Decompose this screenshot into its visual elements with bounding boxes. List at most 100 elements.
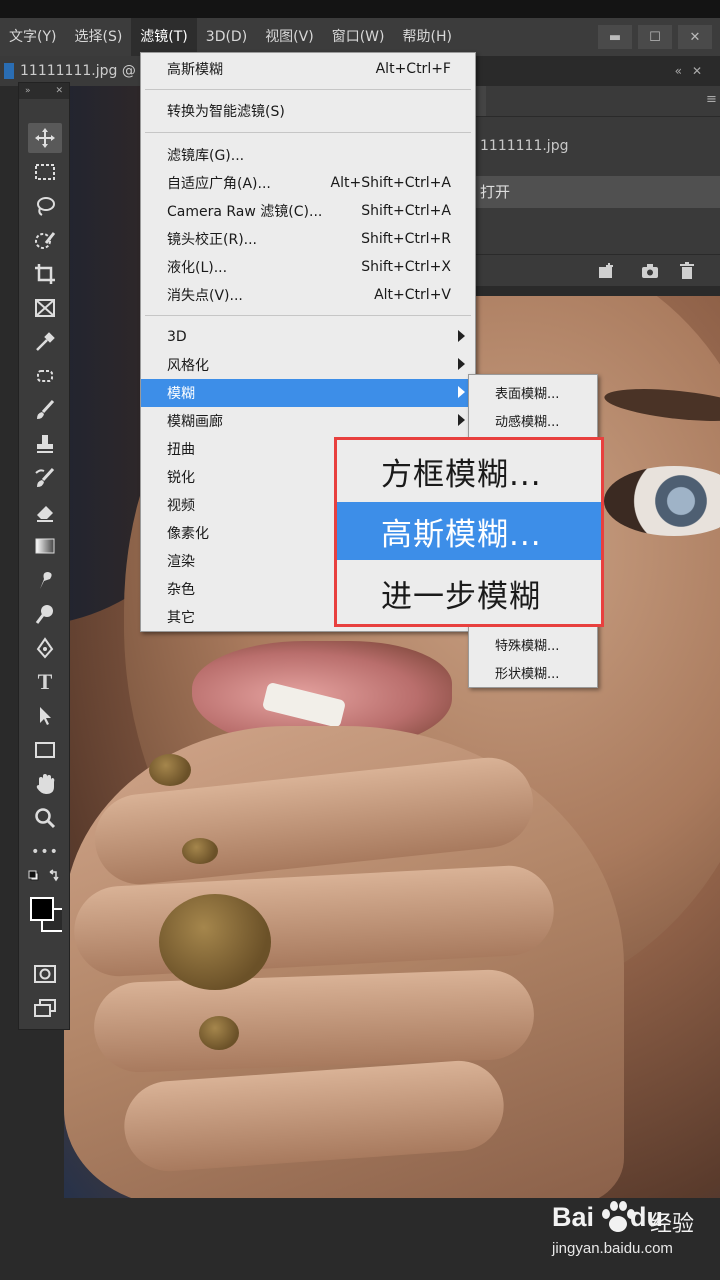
filter-blur[interactable]: 模糊 <box>141 379 475 407</box>
window-controls: ▬ ☐ ✕ <box>598 18 712 56</box>
menu-window[interactable]: 窗口(W) <box>323 18 394 56</box>
close-button[interactable]: ✕ <box>678 25 712 49</box>
maximize-icon: ☐ <box>649 29 661 45</box>
tools-panel: » ✕ T ••• <box>18 82 70 1030</box>
quick-select-tool[interactable] <box>28 225 62 255</box>
history-brush-icon <box>35 467 55 487</box>
lasso-tool[interactable] <box>28 191 62 221</box>
zoom-icon <box>35 808 56 829</box>
image-ring <box>149 754 191 786</box>
menu-separator <box>145 89 471 90</box>
brush-icon <box>37 399 55 419</box>
move-tool[interactable] <box>28 123 62 153</box>
filter-convert-smart[interactable]: 转换为智能滤镜(S) <box>141 97 475 125</box>
frame-icon <box>35 299 55 317</box>
title-strip <box>0 0 720 18</box>
gradient-tool[interactable] <box>28 531 62 561</box>
menu-item-label: 转换为智能滤镜(S) <box>167 104 285 120</box>
menu-3d[interactable]: 3D(D) <box>197 18 256 56</box>
brush-tool[interactable] <box>28 395 62 425</box>
filter-stylize[interactable]: 风格化 <box>141 351 475 379</box>
path-select-tool[interactable] <box>28 701 62 731</box>
healing-tool[interactable] <box>28 361 62 391</box>
history-state-open[interactable]: 打开 <box>476 176 720 208</box>
path-select-icon <box>40 707 51 725</box>
dodge-tool[interactable] <box>28 599 62 629</box>
menu-type[interactable]: 文字(Y) <box>0 18 65 56</box>
menu-item-label: 其它 <box>167 610 195 626</box>
divider <box>476 116 720 117</box>
zoom-tool[interactable] <box>28 803 62 833</box>
eraser-tool[interactable] <box>28 497 62 527</box>
type-tool[interactable]: T <box>28 667 62 697</box>
frame-tool[interactable] <box>28 293 62 323</box>
crop-tool[interactable] <box>28 259 62 289</box>
new-snapshot-button[interactable] <box>596 261 618 281</box>
collapse-icon[interactable]: » <box>25 83 31 99</box>
screen-mode-icon <box>34 999 56 1017</box>
snapshot-button[interactable] <box>639 261 661 281</box>
minimize-button[interactable]: ▬ <box>598 25 632 49</box>
swap-colors-icon <box>28 869 59 882</box>
blur-surface[interactable]: 表面模糊... <box>469 378 597 406</box>
color-swatches[interactable] <box>28 893 62 937</box>
pen-tool[interactable] <box>28 633 62 663</box>
marquee-tool[interactable] <box>28 157 62 187</box>
eyedropper-icon <box>36 332 55 351</box>
blur-smart[interactable]: 特殊模糊... <box>469 630 597 658</box>
lasso-icon <box>37 197 55 216</box>
submenu-arrow-icon <box>458 414 465 426</box>
close-icon[interactable]: ✕ <box>692 64 712 78</box>
delete-button[interactable] <box>676 261 698 281</box>
history-actions <box>476 254 720 286</box>
menu-item-label: 扭曲 <box>167 442 195 458</box>
blur-box[interactable]: 方框模糊... <box>337 442 601 500</box>
filter-gallery[interactable]: 滤镜库(G)... <box>141 141 475 169</box>
blur-gaussian[interactable]: 高斯模糊... <box>337 502 601 560</box>
rectangle-icon <box>35 742 55 758</box>
filter-lens-correction[interactable]: 镜头校正(R)... Shift+Ctrl+R <box>141 225 475 253</box>
image-ring <box>182 838 218 864</box>
filter-3d[interactable]: 3D <box>141 323 475 351</box>
menu-item-label: 渲染 <box>167 554 195 570</box>
panel-tab[interactable] <box>476 86 486 116</box>
more-tools[interactable]: ••• <box>28 837 62 867</box>
filter-last-used[interactable]: 高斯模糊 Alt+Ctrl+F <box>141 55 475 83</box>
history-snapshot-label[interactable]: 1111111.jpg <box>480 138 568 154</box>
menu-separator <box>145 315 471 316</box>
menu-filter[interactable]: 滤镜(T) <box>131 18 197 56</box>
menu-item-label: 滤镜库(G)... <box>167 148 245 164</box>
blur-motion[interactable]: 动感模糊... <box>469 406 597 434</box>
close-icon: ✕ <box>689 29 701 45</box>
hand-tool[interactable] <box>28 769 62 799</box>
panel-menu-icon[interactable]: ≡ <box>706 92 717 107</box>
close-icon[interactable]: ✕ <box>55 83 63 99</box>
menu-item-shortcut: Shift+Ctrl+R <box>361 231 451 247</box>
history-brush-tool[interactable] <box>28 463 62 493</box>
filter-vanishing-point[interactable]: 消失点(V)... Alt+Ctrl+V <box>141 281 475 309</box>
blur-shape[interactable]: 形状模糊... <box>469 658 597 686</box>
menu-item-label: 杂色 <box>167 582 195 598</box>
collapse-icon[interactable]: « <box>675 64 692 78</box>
screen-mode[interactable] <box>28 993 62 1023</box>
menu-view[interactable]: 视图(V) <box>256 18 323 56</box>
swap-colors[interactable] <box>28 867 62 889</box>
stamp-tool[interactable] <box>28 429 62 459</box>
eyedropper-tool[interactable] <box>28 327 62 357</box>
menu-item-label: 模糊画廊 <box>167 414 223 430</box>
rectangle-tool[interactable] <box>28 735 62 765</box>
maximize-button[interactable]: ☐ <box>638 25 672 49</box>
zoom-callout: 方框模糊... 高斯模糊... 进一步模糊 <box>334 437 604 627</box>
minimize-icon: ▬ <box>608 29 622 45</box>
smudge-tool[interactable] <box>28 565 62 595</box>
menu-item-label: 液化(L)... <box>167 260 228 276</box>
blur-more[interactable]: 进一步模糊 <box>337 564 601 622</box>
menu-help[interactable]: 帮助(H) <box>393 18 460 56</box>
filter-adaptive-wide-angle[interactable]: 自适应广角(A)... Alt+Shift+Ctrl+A <box>141 169 475 197</box>
menu-item-shortcut: Alt+Shift+Ctrl+A <box>330 175 451 191</box>
filter-blur-gallery[interactable]: 模糊画廊 <box>141 407 475 435</box>
menu-select[interactable]: 选择(S) <box>65 18 131 56</box>
filter-liquify[interactable]: 液化(L)... Shift+Ctrl+X <box>141 253 475 281</box>
filter-camera-raw[interactable]: Camera Raw 滤镜(C)... Shift+Ctrl+A <box>141 197 475 225</box>
quick-mask[interactable] <box>28 959 62 989</box>
